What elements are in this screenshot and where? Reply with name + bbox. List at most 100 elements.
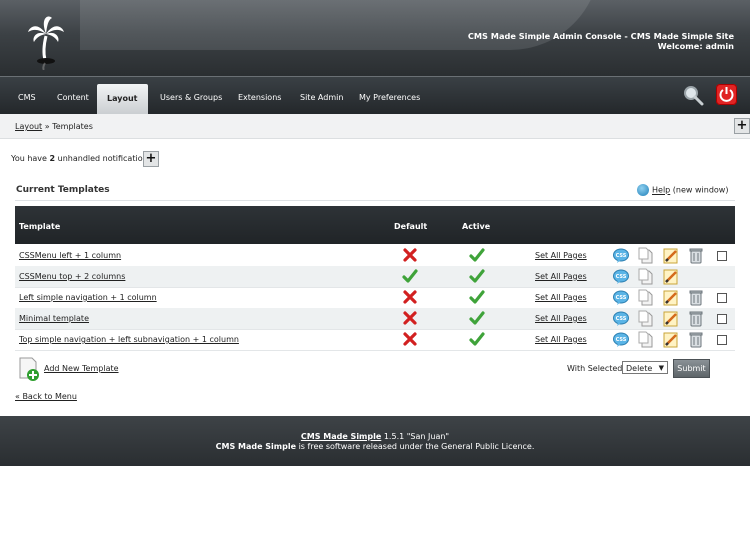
- template-name-link[interactable]: Left simple navigation + 1 column: [19, 293, 157, 302]
- back-to-menu-link[interactable]: « Back to Menu: [15, 392, 77, 401]
- bulk-action-select[interactable]: Delete ▼: [622, 361, 668, 374]
- delete-icon[interactable]: [688, 331, 704, 348]
- set-all-pages-link[interactable]: Set All Pages: [535, 335, 587, 344]
- console-title: CMS Made Simple Admin Console - CMS Made…: [467, 31, 734, 41]
- row-select-checkbox[interactable]: [717, 251, 727, 261]
- palm-logo-icon[interactable]: [26, 14, 66, 70]
- css-icon[interactable]: CSS: [613, 247, 629, 264]
- active-check-icon[interactable]: [469, 247, 485, 263]
- svg-text:CSS: CSS: [616, 337, 627, 343]
- add-new-template-link[interactable]: Add New Template: [44, 364, 119, 373]
- footer-product-link[interactable]: CMS Made Simple: [301, 432, 381, 441]
- copy-icon[interactable]: [638, 268, 654, 285]
- footer-version: 1.5.1 "San Juan": [383, 432, 450, 441]
- copy-icon[interactable]: [638, 247, 654, 264]
- copy-icon[interactable]: [638, 289, 654, 306]
- col-template: Template: [19, 222, 61, 231]
- default-check-icon[interactable]: [402, 268, 418, 284]
- css-icon[interactable]: CSS: [613, 310, 629, 327]
- edit-icon[interactable]: [663, 247, 679, 264]
- notif-count: 2: [49, 154, 56, 163]
- breadcrumb-layout-link[interactable]: Layout: [15, 122, 42, 131]
- expand-plus-icon[interactable]: +: [734, 118, 750, 134]
- set-all-pages-link[interactable]: Set All Pages: [535, 314, 587, 323]
- set-default-cross-icon[interactable]: [402, 331, 418, 347]
- edit-icon[interactable]: [663, 310, 679, 327]
- set-all-pages-link[interactable]: Set All Pages: [535, 251, 587, 260]
- svg-text:CSS: CSS: [616, 274, 627, 280]
- delete-icon[interactable]: [688, 247, 704, 264]
- edit-icon[interactable]: [663, 331, 679, 348]
- nav-item-my-preferences[interactable]: My Preferences: [349, 77, 430, 115]
- help-suffix: (new window): [672, 185, 729, 195]
- breadcrumb-current: Templates: [52, 122, 93, 131]
- col-active: Active: [462, 222, 491, 231]
- row-select-checkbox[interactable]: [717, 335, 727, 345]
- template-name-link[interactable]: CSSMenu left + 1 column: [19, 251, 121, 260]
- table-row: CSSMenu top + 2 columns Set All Pages CSS: [15, 266, 735, 288]
- active-check-icon[interactable]: [469, 331, 485, 347]
- welcome-text: Welcome: admin: [657, 41, 734, 51]
- nav-item-site-admin[interactable]: Site Admin: [290, 77, 353, 115]
- notifications-expand-icon[interactable]: +: [143, 151, 159, 167]
- template-name-link[interactable]: Top simple navigation + left subnavigati…: [19, 335, 239, 344]
- add-template-icon[interactable]: [18, 357, 40, 381]
- table-row: Left simple navigation + 1 column Set All…: [15, 287, 735, 309]
- table-row: Minimal template Set All Pages CSS: [15, 308, 735, 330]
- page-title: Current Templates: [16, 185, 110, 195]
- notif-prefix: You have: [11, 154, 47, 163]
- footer-license: is free software released under the Gene…: [298, 442, 535, 451]
- help-icon: [637, 184, 649, 196]
- template-name-link[interactable]: CSSMenu top + 2 columns: [19, 272, 125, 281]
- set-all-pages-link[interactable]: Set All Pages: [535, 293, 587, 302]
- breadcrumb-separator: »: [44, 122, 50, 131]
- edit-icon[interactable]: [663, 289, 679, 306]
- active-check-icon[interactable]: [469, 268, 485, 284]
- css-icon[interactable]: CSS: [613, 289, 629, 306]
- set-default-cross-icon[interactable]: [402, 310, 418, 326]
- table-header: Template Default Active: [15, 206, 735, 244]
- copy-icon[interactable]: [638, 310, 654, 327]
- row-select-checkbox[interactable]: [717, 293, 727, 303]
- help-link[interactable]: Help: [652, 186, 670, 195]
- breadcrumb: Layout » Templates: [15, 122, 93, 131]
- nav-item-extensions[interactable]: Extensions: [228, 77, 291, 115]
- nav-item-cms[interactable]: CMS: [8, 77, 46, 115]
- svg-text:CSS: CSS: [616, 253, 627, 259]
- row-select-checkbox[interactable]: [717, 314, 727, 324]
- notif-suffix: unhandled notifications: [57, 154, 152, 163]
- nav-item-content[interactable]: Content: [47, 77, 99, 115]
- delete-icon[interactable]: [688, 310, 704, 327]
- footer: CMS Made Simple 1.5.1 "San Juan" CMS Mad…: [0, 416, 750, 466]
- breadcrumb-bar: Layout » Templates: [0, 114, 750, 139]
- footer-product-name: CMS Made Simple: [215, 442, 297, 451]
- delete-icon[interactable]: [688, 289, 704, 306]
- with-selected-label: With Selected:: [567, 364, 626, 373]
- set-default-cross-icon[interactable]: [402, 247, 418, 263]
- notifications: You have 2 unhandled notifications: [11, 154, 152, 163]
- nav-item-layout[interactable]: Layout: [97, 84, 148, 115]
- svg-text:CSS: CSS: [616, 295, 627, 301]
- template-name-link[interactable]: Minimal template: [19, 314, 89, 323]
- edit-icon[interactable]: [663, 268, 679, 285]
- table-row: Top simple navigation + left subnavigati…: [15, 329, 735, 351]
- table-row: CSSMenu left + 1 column Set All Pages CSS: [15, 245, 735, 267]
- col-default: Default: [394, 222, 428, 231]
- footer-line-1: CMS Made Simple 1.5.1 "San Juan": [0, 432, 750, 442]
- css-icon[interactable]: CSS: [613, 331, 629, 348]
- bulk-action-value: Delete: [626, 364, 653, 373]
- css-icon[interactable]: CSS: [613, 268, 629, 285]
- footer-line-2: CMS Made Simple is free software release…: [0, 442, 750, 452]
- help-block: Help (new window): [637, 184, 728, 196]
- set-all-pages-link[interactable]: Set All Pages: [535, 272, 587, 281]
- copy-icon[interactable]: [638, 331, 654, 348]
- search-icon[interactable]: [682, 84, 704, 106]
- active-check-icon[interactable]: [469, 289, 485, 305]
- logout-icon[interactable]: [716, 84, 737, 105]
- set-default-cross-icon[interactable]: [402, 289, 418, 305]
- active-check-icon[interactable]: [469, 310, 485, 326]
- divider: [15, 200, 735, 201]
- header-text: CMS Made Simple Admin Console - CMS Made…: [468, 31, 734, 51]
- submit-button[interactable]: Submit: [673, 359, 710, 378]
- nav-item-users-groups[interactable]: Users & Groups: [150, 77, 232, 115]
